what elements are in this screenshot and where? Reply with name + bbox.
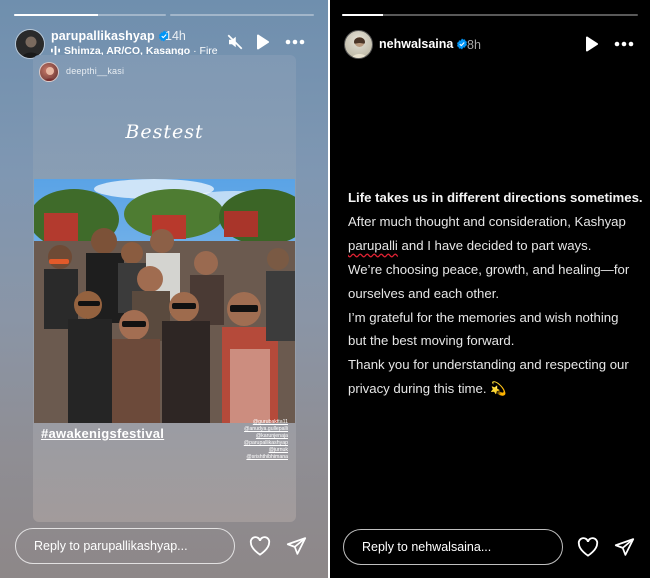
message-line: ourselves and each other.: [348, 285, 500, 301]
message-line: but the best moving forward.: [348, 333, 515, 349]
reply-placeholder: Reply to parupallikashyap...: [34, 539, 188, 553]
message-line: privacy during this time. 💫: [348, 381, 507, 397]
send-icon[interactable]: [612, 535, 636, 559]
message-line: parupalli and I have decided to part way…: [348, 234, 648, 258]
music-bars-icon: [51, 46, 60, 55]
story-left: parupallikashyap 14h Shimza, AR/CO, Kasa…: [0, 0, 328, 578]
speaker-muted-icon[interactable]: [226, 33, 244, 51]
story-right: nehwalsaina 8h Life takes us in differen…: [330, 0, 650, 578]
reply-input[interactable]: Reply to parupallikashyap...: [15, 528, 235, 564]
mention-sticker[interactable]: @karunjenaja: [218, 433, 288, 440]
heart-icon[interactable]: [248, 534, 272, 558]
story-progress-bar-next: [170, 14, 314, 16]
play-icon[interactable]: [584, 36, 600, 52]
mention-sticker[interactable]: @anudya.gullepalli: [218, 426, 288, 433]
shared-post-avatar[interactable]: [39, 62, 59, 82]
message-line: We’re choosing peace, growth, and healin…: [348, 261, 630, 277]
message-line: Thank you for understanding and respecti…: [348, 357, 629, 373]
username-text: parupallikashyap: [51, 29, 155, 43]
send-icon[interactable]: [284, 534, 308, 558]
avatar[interactable]: [344, 30, 373, 59]
message-line: Life takes us in different directions so…: [348, 190, 643, 205]
story-progress-bar: [14, 14, 166, 16]
story-time: 14h: [165, 29, 186, 43]
mention-sticker[interactable]: @parupallikashyap: [218, 440, 288, 447]
username-text: nehwalsaina: [379, 37, 454, 51]
mention-sticker[interactable]: @gurubaktta11: [218, 419, 288, 426]
reply-input[interactable]: Reply to nehwalsaina...: [343, 529, 563, 565]
shared-post-card[interactable]: deepthi__kasi Bestest #awakenigsfestival…: [33, 55, 296, 522]
hashtag-sticker[interactable]: #awakenigsfestival: [41, 426, 164, 441]
stories-comparison: parupallikashyap 14h Shimza, AR/CO, Kasa…: [0, 0, 650, 578]
heart-icon[interactable]: [576, 535, 600, 559]
story-progress-fill: [342, 14, 384, 16]
mention-sticker[interactable]: @srishthibhimana: [218, 454, 288, 461]
mention-sticker[interactable]: @jurnuk: [218, 447, 288, 454]
group-photo: [34, 179, 295, 423]
story-username[interactable]: parupallikashyap: [51, 29, 170, 43]
message-fragment: and I have decided to part ways.: [397, 237, 592, 253]
story-username[interactable]: nehwalsaina: [379, 37, 468, 51]
shared-post-username[interactable]: deepthi__kasi: [66, 66, 124, 76]
story-progress-bar: [342, 14, 638, 16]
story-time: 8h: [467, 38, 481, 52]
mention-stickers: @gurubaktta11 @anudya.gullepalli @karunj…: [218, 419, 288, 461]
more-horizontal-icon[interactable]: [284, 36, 306, 48]
story-progress-fill: [14, 14, 98, 16]
more-horizontal-icon[interactable]: [613, 38, 635, 50]
misspelled-word: parupalli: [348, 237, 398, 253]
message-line: After much thought and consideration, Ka…: [348, 213, 626, 229]
post-caption: Bestest: [125, 121, 204, 143]
reply-placeholder: Reply to nehwalsaina...: [362, 540, 492, 554]
play-icon[interactable]: [255, 34, 271, 50]
message-line: I’m grateful for the memories and wish n…: [348, 309, 619, 325]
story-text-message: Life takes us in different directions so…: [348, 186, 648, 401]
